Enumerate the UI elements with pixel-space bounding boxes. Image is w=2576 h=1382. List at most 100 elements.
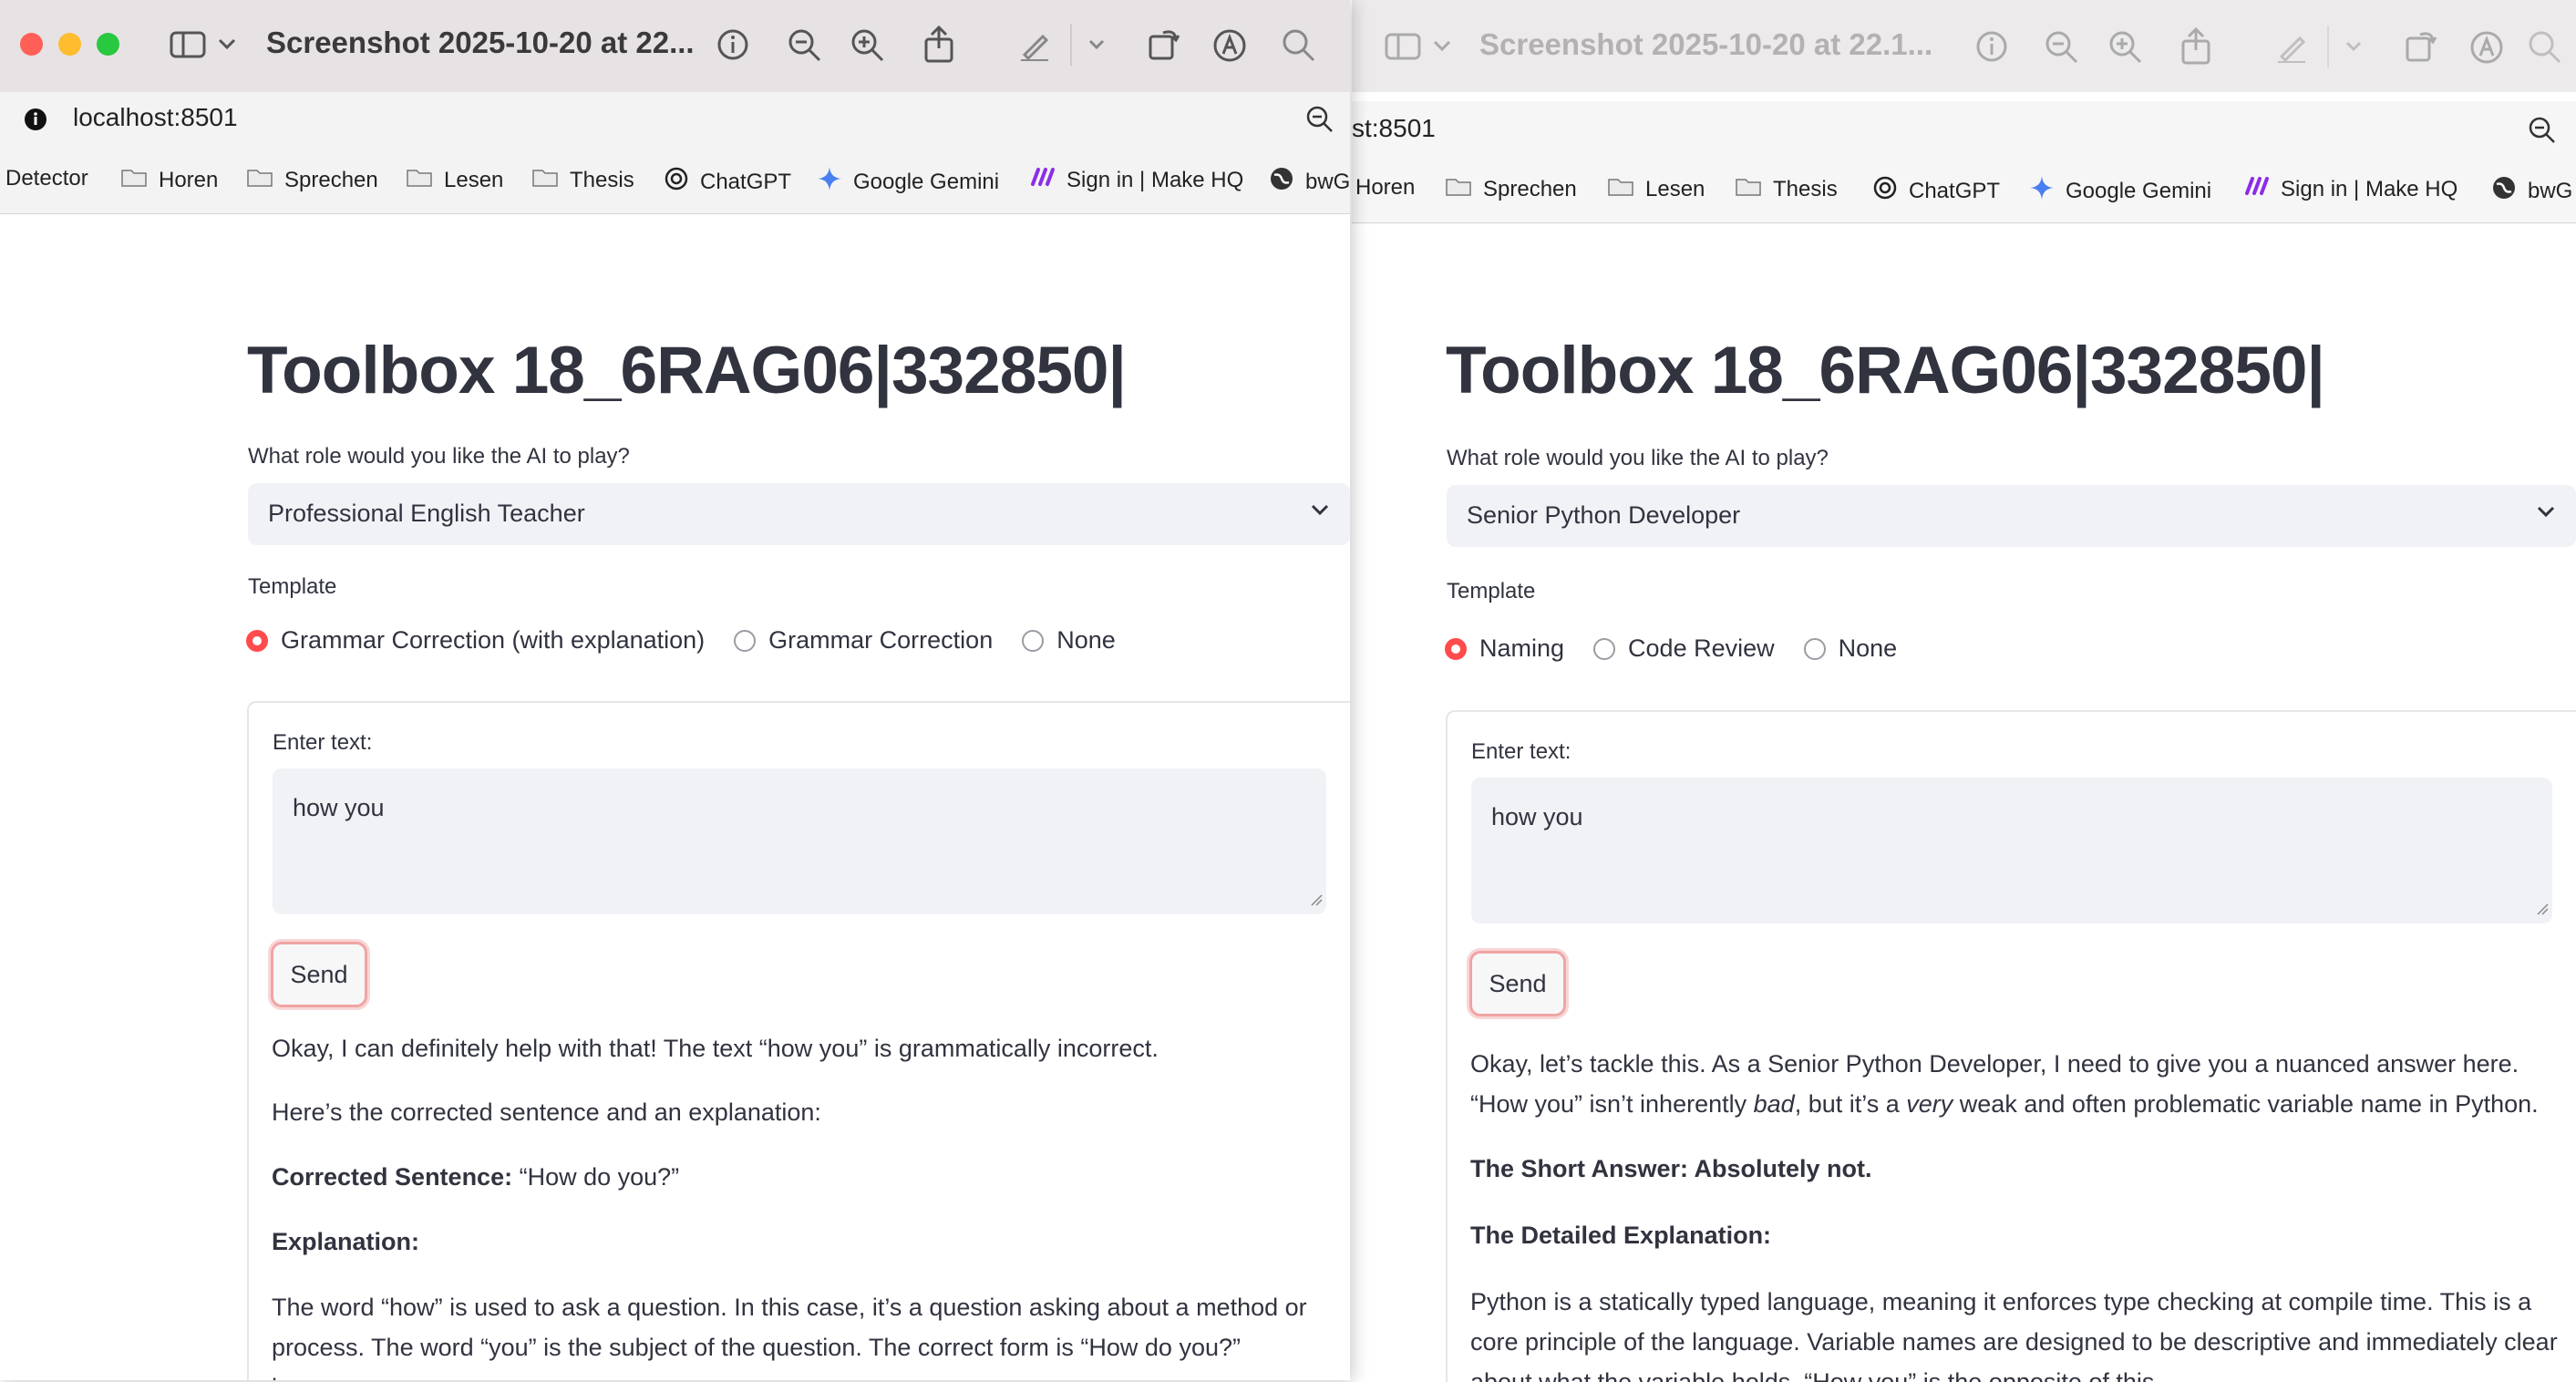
toolbar-divider <box>1070 24 1072 66</box>
resize-grip-icon[interactable] <box>2536 902 2549 920</box>
radio-unselected[interactable] <box>1803 637 1826 660</box>
role-select[interactable]: Senior Python Developer <box>1447 485 2576 547</box>
option-label: None <box>1838 634 1898 662</box>
radio-unselected[interactable] <box>1022 629 1045 652</box>
markup-chevron-icon[interactable] <box>1088 38 1105 56</box>
option-label: Grammar Correction <box>768 626 994 654</box>
search-icon[interactable] <box>2528 30 2562 69</box>
radio-unselected[interactable] <box>734 629 757 652</box>
bookmark-label: Google Gemini <box>2066 178 2212 203</box>
template-radio-group: Grammar Correction (with explanation) Gr… <box>246 626 1145 655</box>
template-option-2[interactable]: None <box>1803 634 1898 663</box>
template-option-1[interactable]: Grammar Correction <box>734 626 993 655</box>
bookmark-google-gemini[interactable]: Google Gemini <box>817 166 999 198</box>
markup-chevron-icon[interactable] <box>2345 40 2362 57</box>
rotate-icon[interactable] <box>2404 27 2438 68</box>
text-input-value: how you <box>1491 803 1583 830</box>
sidebar-toggle-icon[interactable] <box>1385 32 1421 66</box>
bookmark-label: Google Gemini <box>853 169 1000 194</box>
bookmark-sprechen[interactable]: Sprechen <box>1445 175 1577 203</box>
markup-pen-icon[interactable] <box>1017 27 1052 67</box>
template-option-1[interactable]: Code Review <box>1593 634 1775 663</box>
bookmark-make-hq[interactable]: Sign in | Make HQ <box>2244 175 2458 203</box>
template-option-0[interactable]: Grammar Correction (with explanation) <box>246 626 705 655</box>
option-label: Naming <box>1479 634 1565 662</box>
radio-unselected[interactable] <box>1593 637 1616 660</box>
share-icon[interactable] <box>2179 26 2212 69</box>
search-icon[interactable] <box>1282 28 1316 67</box>
bookmark-google-gemini[interactable]: Google Gemini <box>2029 175 2211 207</box>
bookmark-make-hq[interactable]: Sign in | Make HQ <box>1030 166 1243 194</box>
bookmark-label: ChatGPT <box>1909 178 2001 203</box>
zoom-in-icon[interactable] <box>2108 30 2143 69</box>
bookmark-horen[interactable]: Horen <box>1355 175 1415 201</box>
zoom-out-icon[interactable] <box>788 28 822 67</box>
url-text[interactable]: st:8501 <box>1352 114 1436 143</box>
markup-pen-icon[interactable] <box>2274 29 2309 68</box>
response-text: weak and often problematic variable name… <box>1953 1090 2539 1118</box>
bookmark-lesen[interactable]: Lesen <box>1607 175 1705 203</box>
zoom-window-button[interactable] <box>97 33 119 56</box>
bookmarks-bar: Horen Sprechen Lesen Thesis ChatGPT Goog… <box>1352 157 2576 223</box>
share-icon[interactable] <box>922 25 955 67</box>
address-bar[interactable]: st:8501 <box>1352 101 2576 157</box>
right-preview-window: Screenshot 2025-10-20 at 22.1... st:8501… <box>1352 0 2576 1382</box>
send-button[interactable]: Send <box>1469 951 1566 1016</box>
text-input[interactable]: how you <box>1471 778 2552 923</box>
rotate-icon[interactable] <box>1147 26 1181 67</box>
radio-selected[interactable] <box>246 629 268 652</box>
url-text[interactable]: localhost:8501 <box>73 103 238 132</box>
bookmark-label: Detector <box>5 166 88 191</box>
folder-icon <box>531 166 559 194</box>
template-option-0[interactable]: Naming <box>1445 634 1564 663</box>
zoom-in-icon[interactable] <box>850 28 885 67</box>
bookmark-thesis[interactable]: Thesis <box>531 166 634 194</box>
response-paragraph-4: Python is a statically typed language, m… <box>1470 1288 2558 1382</box>
template-option-2[interactable]: None <box>1022 626 1116 655</box>
input-label: Enter text: <box>1471 739 1571 764</box>
bookmark-label: Thesis <box>1773 176 1838 201</box>
chevron-down-icon[interactable] <box>217 36 237 56</box>
annotate-icon[interactable] <box>1212 28 1247 67</box>
template-label: Template <box>1447 579 1536 603</box>
bookmark-lesen[interactable]: Lesen <box>406 166 503 194</box>
response-paragraph-3: Corrected Sentence: “How do you?” <box>272 1157 1320 1197</box>
make-logo-icon <box>1030 166 1056 194</box>
bookmark-label: ChatGPT <box>700 169 792 194</box>
bookmark-horen[interactable]: Horen <box>120 166 218 194</box>
info-icon[interactable] <box>1975 30 2008 67</box>
bookmark-chatgpt[interactable]: ChatGPT <box>1872 175 2000 207</box>
right-page-content: Toolbox 18_6RAG06|332850| What role woul… <box>1352 223 2576 1382</box>
bookmark-label: bwG <box>2528 178 2573 203</box>
annotate-icon[interactable] <box>2469 30 2504 69</box>
response-paragraph-2: Here’s the corrected sentence and an exp… <box>272 1098 821 1126</box>
folder-icon <box>1445 175 1472 203</box>
resize-grip-icon[interactable] <box>1310 893 1323 911</box>
sidebar-toggle-icon[interactable] <box>170 30 206 64</box>
bookmark-chatgpt[interactable]: ChatGPT <box>664 166 791 198</box>
close-window-button[interactable] <box>20 33 43 56</box>
bookmark-sprechen[interactable]: Sprechen <box>246 166 378 194</box>
text-input[interactable]: how you <box>273 768 1326 914</box>
response-paragraph-1: Okay, let’s tackle this. As a Senior Pyt… <box>1470 1044 2564 1124</box>
role-select[interactable]: Professional English Teacher <box>248 483 1350 545</box>
page-zoom-icon[interactable] <box>1305 105 1334 139</box>
bookmark-bwg[interactable]: bwG <box>1269 166 1350 198</box>
site-info-icon[interactable] <box>24 108 47 136</box>
zoom-out-icon[interactable] <box>2045 30 2079 69</box>
gemini-icon <box>2029 175 2055 207</box>
page-zoom-icon[interactable] <box>2528 116 2557 150</box>
minimize-window-button[interactable] <box>58 33 81 56</box>
role-select-label: What role would you like the AI to play? <box>248 444 630 469</box>
short-answer-heading: The Short Answer: Absolutely not. <box>1470 1155 1872 1182</box>
globe-icon <box>1269 166 1294 198</box>
info-icon[interactable] <box>716 28 749 66</box>
bookmark-label: Lesen <box>444 167 504 192</box>
radio-selected[interactable] <box>1445 637 1467 660</box>
send-button[interactable]: Send <box>271 942 367 1007</box>
address-bar[interactable]: localhost:8501 <box>0 92 1350 148</box>
bookmark-thesis[interactable]: Thesis <box>1735 175 1838 203</box>
bookmark-bwg[interactable]: bwG <box>2491 175 2572 207</box>
bookmark-detector[interactable]: Detector <box>5 166 88 191</box>
chevron-down-icon[interactable] <box>1432 38 1452 57</box>
